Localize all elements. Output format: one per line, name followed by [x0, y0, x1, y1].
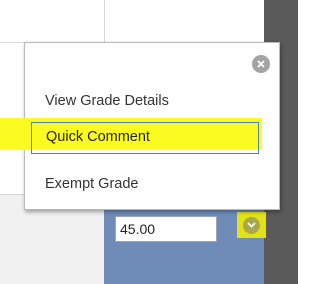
grade-input[interactable]	[115, 216, 217, 242]
grade-menu-button[interactable]	[237, 212, 266, 238]
quick-comment-label: Quick Comment	[46, 129, 150, 145]
chevron-down-icon	[243, 216, 260, 234]
grid-cell	[0, 0, 264, 42]
menu-item-view-grade-details[interactable]: View Grade Details	[45, 93, 169, 109]
menu-item-quick-comment[interactable]: Quick Comment	[31, 122, 259, 154]
menu-item-exempt-grade[interactable]: Exempt Grade	[45, 176, 139, 192]
close-icon[interactable]	[252, 55, 270, 73]
